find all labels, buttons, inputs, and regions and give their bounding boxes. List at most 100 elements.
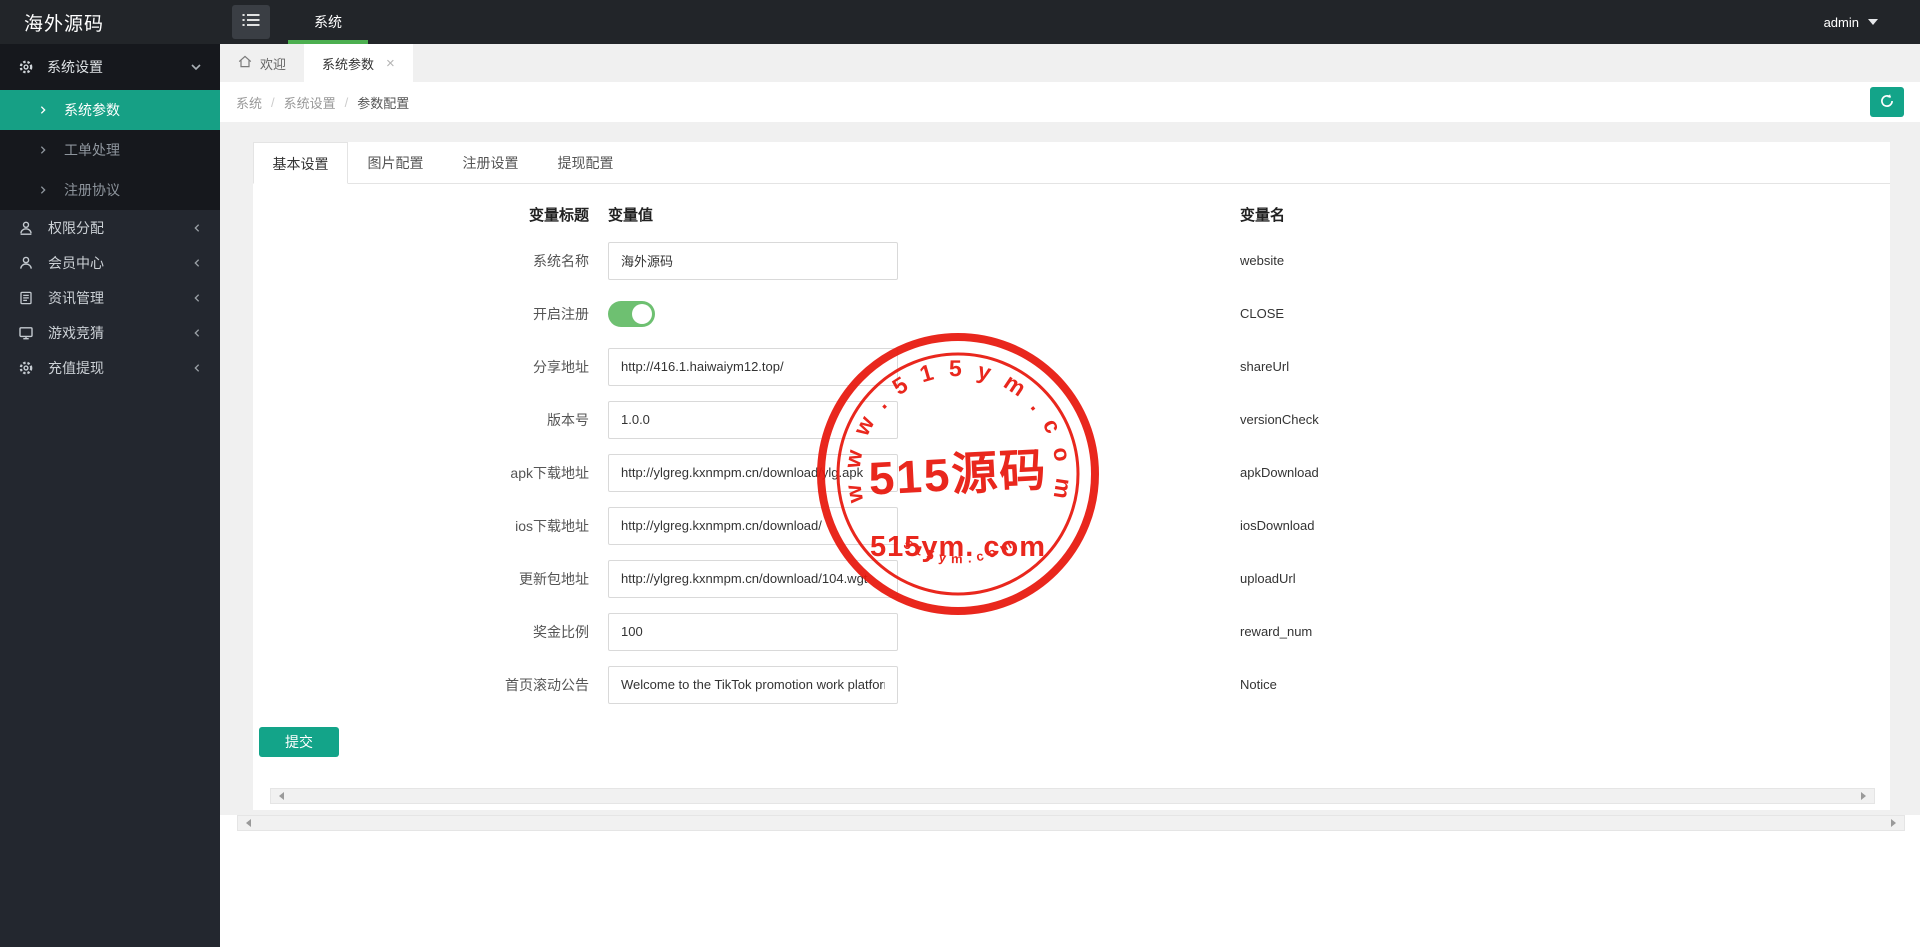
refresh-icon [1879, 93, 1895, 112]
sidebar-subitem-label: 工单处理 [64, 142, 120, 158]
column-header-title: 变量标题 [528, 206, 589, 224]
form-row-versionCheck: 版本号 versionCheck [253, 393, 1890, 446]
sidebar-item-label: 游戏竞猜 [48, 324, 104, 341]
user-badge-icon [18, 220, 34, 236]
sidebar-subitem-系统参数[interactable]: 系统参数 [0, 90, 220, 130]
news-icon [18, 290, 34, 306]
form-row-iosDownload: ios下载地址 iosDownload [253, 499, 1890, 552]
chevron-left-icon [192, 328, 202, 338]
settings-tab-提现配置[interactable]: 提现配置 [538, 142, 633, 183]
outer-horizontal-scrollbar[interactable] [237, 815, 1905, 831]
settings-tab-图片配置[interactable]: 图片配置 [348, 142, 443, 183]
scroll-left-icon[interactable] [242, 819, 251, 827]
submit-button[interactable]: 提交 [259, 727, 339, 757]
sidebar-subitem-label: 系统参数 [64, 102, 120, 118]
chevron-left-icon [192, 223, 202, 233]
wintab-welcome[interactable]: 欢迎 [220, 44, 304, 82]
field-input-versionCheck[interactable] [608, 400, 898, 439]
scroll-right-icon[interactable] [1891, 819, 1900, 827]
column-header-name: 变量名 [1240, 206, 1286, 224]
form-rows: 系统名称 website 开启注册 CLOSE 分享地址 shareUrl 版本号 versi… [253, 234, 1890, 711]
toggle-knob [632, 303, 652, 324]
settings-tab-基本设置[interactable]: 基本设置 [253, 142, 348, 184]
sidebar-subitem-label: 注册协议 [64, 182, 120, 198]
field-input-reward_num[interactable] [608, 612, 898, 651]
settings-tab-注册设置[interactable]: 注册设置 [443, 142, 538, 183]
sidebar-item-游戏竞猜[interactable]: 游戏竞猜 [0, 315, 220, 350]
chevron-down-icon [190, 61, 202, 73]
form-row-shareUrl: 分享地址 shareUrl [253, 340, 1890, 393]
form-row-apkDownload: apk下载地址 apkDownload [253, 446, 1890, 499]
variable-name: apkDownload [1240, 465, 1319, 480]
inner-horizontal-scrollbar[interactable] [270, 788, 1875, 804]
sidebar: 系统设置 系统参数工单处理注册协议 权限分配会员中心资讯管理游戏竞猜充值提现 [0, 44, 220, 947]
gear-icon [18, 59, 34, 75]
field-label: 首页滚动公告 [505, 676, 589, 693]
chevron-right-icon [38, 105, 48, 115]
breadcrumb-item-system[interactable]: 系统 [236, 93, 262, 112]
main-area: 欢迎 系统参数 × 系统 / 系统设置 / 参数配置 基本设置 图片配置 注册设置提… [220, 44, 1920, 947]
username: admin [1823, 14, 1859, 30]
scroll-left-icon[interactable] [275, 792, 284, 800]
sidebar-group-header[interactable]: 系统设置 [0, 44, 220, 90]
sidebar-toggle-button[interactable] [232, 5, 270, 39]
sidebar-item-资讯管理[interactable]: 资讯管理 [0, 280, 220, 315]
scroll-right-icon[interactable] [1861, 792, 1870, 800]
field-input-uploadUrl[interactable] [608, 559, 898, 598]
sidebar-group-system-settings: 系统设置 系统参数工单处理注册协议 [0, 44, 220, 210]
user-menu[interactable]: admin [1824, 14, 1878, 30]
form-header-row: 变量标题 变量值 变量名 [253, 194, 1890, 234]
sidebar-group-label: 系统设置 [47, 59, 103, 75]
field-input-Notice[interactable] [608, 665, 898, 704]
sidebar-items: 权限分配会员中心资讯管理游戏竞猜充值提现 [0, 210, 220, 385]
field-label: 分享地址 [533, 358, 589, 375]
breadcrumb: 系统 / 系统设置 / 参数配置 [220, 82, 1920, 122]
sidebar-item-label: 权限分配 [48, 219, 104, 236]
column-header-value: 变量值 [608, 206, 654, 224]
settings-tabs: 基本设置 图片配置 注册设置 提现配置 [253, 142, 1890, 184]
field-label: 开启注册 [533, 305, 589, 322]
bottom-area [220, 815, 1920, 947]
field-input-iosDownload[interactable] [608, 506, 898, 545]
breadcrumb-item-system-settings[interactable]: 系统设置 [284, 93, 336, 112]
chevron-left-icon [192, 363, 202, 373]
field-input-shareUrl[interactable] [608, 347, 898, 386]
sidebar-item-充值提现[interactable]: 充值提现 [0, 350, 220, 385]
variable-name: iosDownload [1240, 518, 1315, 533]
field-label: 更新包地址 [519, 570, 589, 587]
breadcrumb-item-param-config: 参数配置 [357, 95, 410, 111]
close-icon[interactable]: × [386, 56, 395, 71]
field-input-apkDownload[interactable] [608, 453, 898, 492]
sidebar-item-label: 充值提现 [48, 359, 104, 376]
field-label: 版本号 [547, 411, 589, 428]
register-toggle[interactable] [608, 300, 655, 327]
sidebar-subitem-注册协议[interactable]: 注册协议 [0, 170, 220, 210]
sidebar-item-label: 会员中心 [48, 254, 104, 271]
form-row-reward_num: 奖金比例 reward_num [253, 605, 1890, 658]
hamburger-icon [242, 13, 260, 32]
variable-name: versionCheck [1240, 412, 1319, 427]
variable-name: uploadUrl [1240, 571, 1296, 586]
sidebar-subitem-工单处理[interactable]: 工单处理 [0, 130, 220, 170]
sidebar-submenu: 系统参数工单处理注册协议 [0, 90, 220, 210]
sidebar-item-权限分配[interactable]: 权限分配 [0, 210, 220, 245]
monitor-icon [18, 325, 34, 341]
topnav-tab-system[interactable]: 系统 [288, 0, 368, 44]
form-row-Notice: 首页滚动公告 Notice [253, 658, 1890, 711]
field-label: 系统名称 [533, 252, 589, 269]
chevron-left-icon [192, 258, 202, 268]
field-input-website[interactable] [608, 241, 898, 280]
sidebar-item-label: 资讯管理 [48, 289, 104, 306]
field-label: apk下载地址 [510, 464, 589, 481]
variable-name: shareUrl [1240, 359, 1290, 374]
refresh-button[interactable] [1870, 87, 1904, 117]
home-icon [238, 55, 252, 71]
chevron-left-icon [192, 293, 202, 303]
gear-icon [18, 360, 34, 376]
variable-name: CLOSE [1240, 306, 1285, 321]
form-row-website: 系统名称 website [253, 234, 1890, 287]
form-row-CLOSE: 开启注册 CLOSE [253, 287, 1890, 340]
sidebar-item-会员中心[interactable]: 会员中心 [0, 245, 220, 280]
wintab-system-params[interactable]: 系统参数 × [304, 44, 413, 82]
field-label: ios下载地址 [515, 517, 589, 534]
